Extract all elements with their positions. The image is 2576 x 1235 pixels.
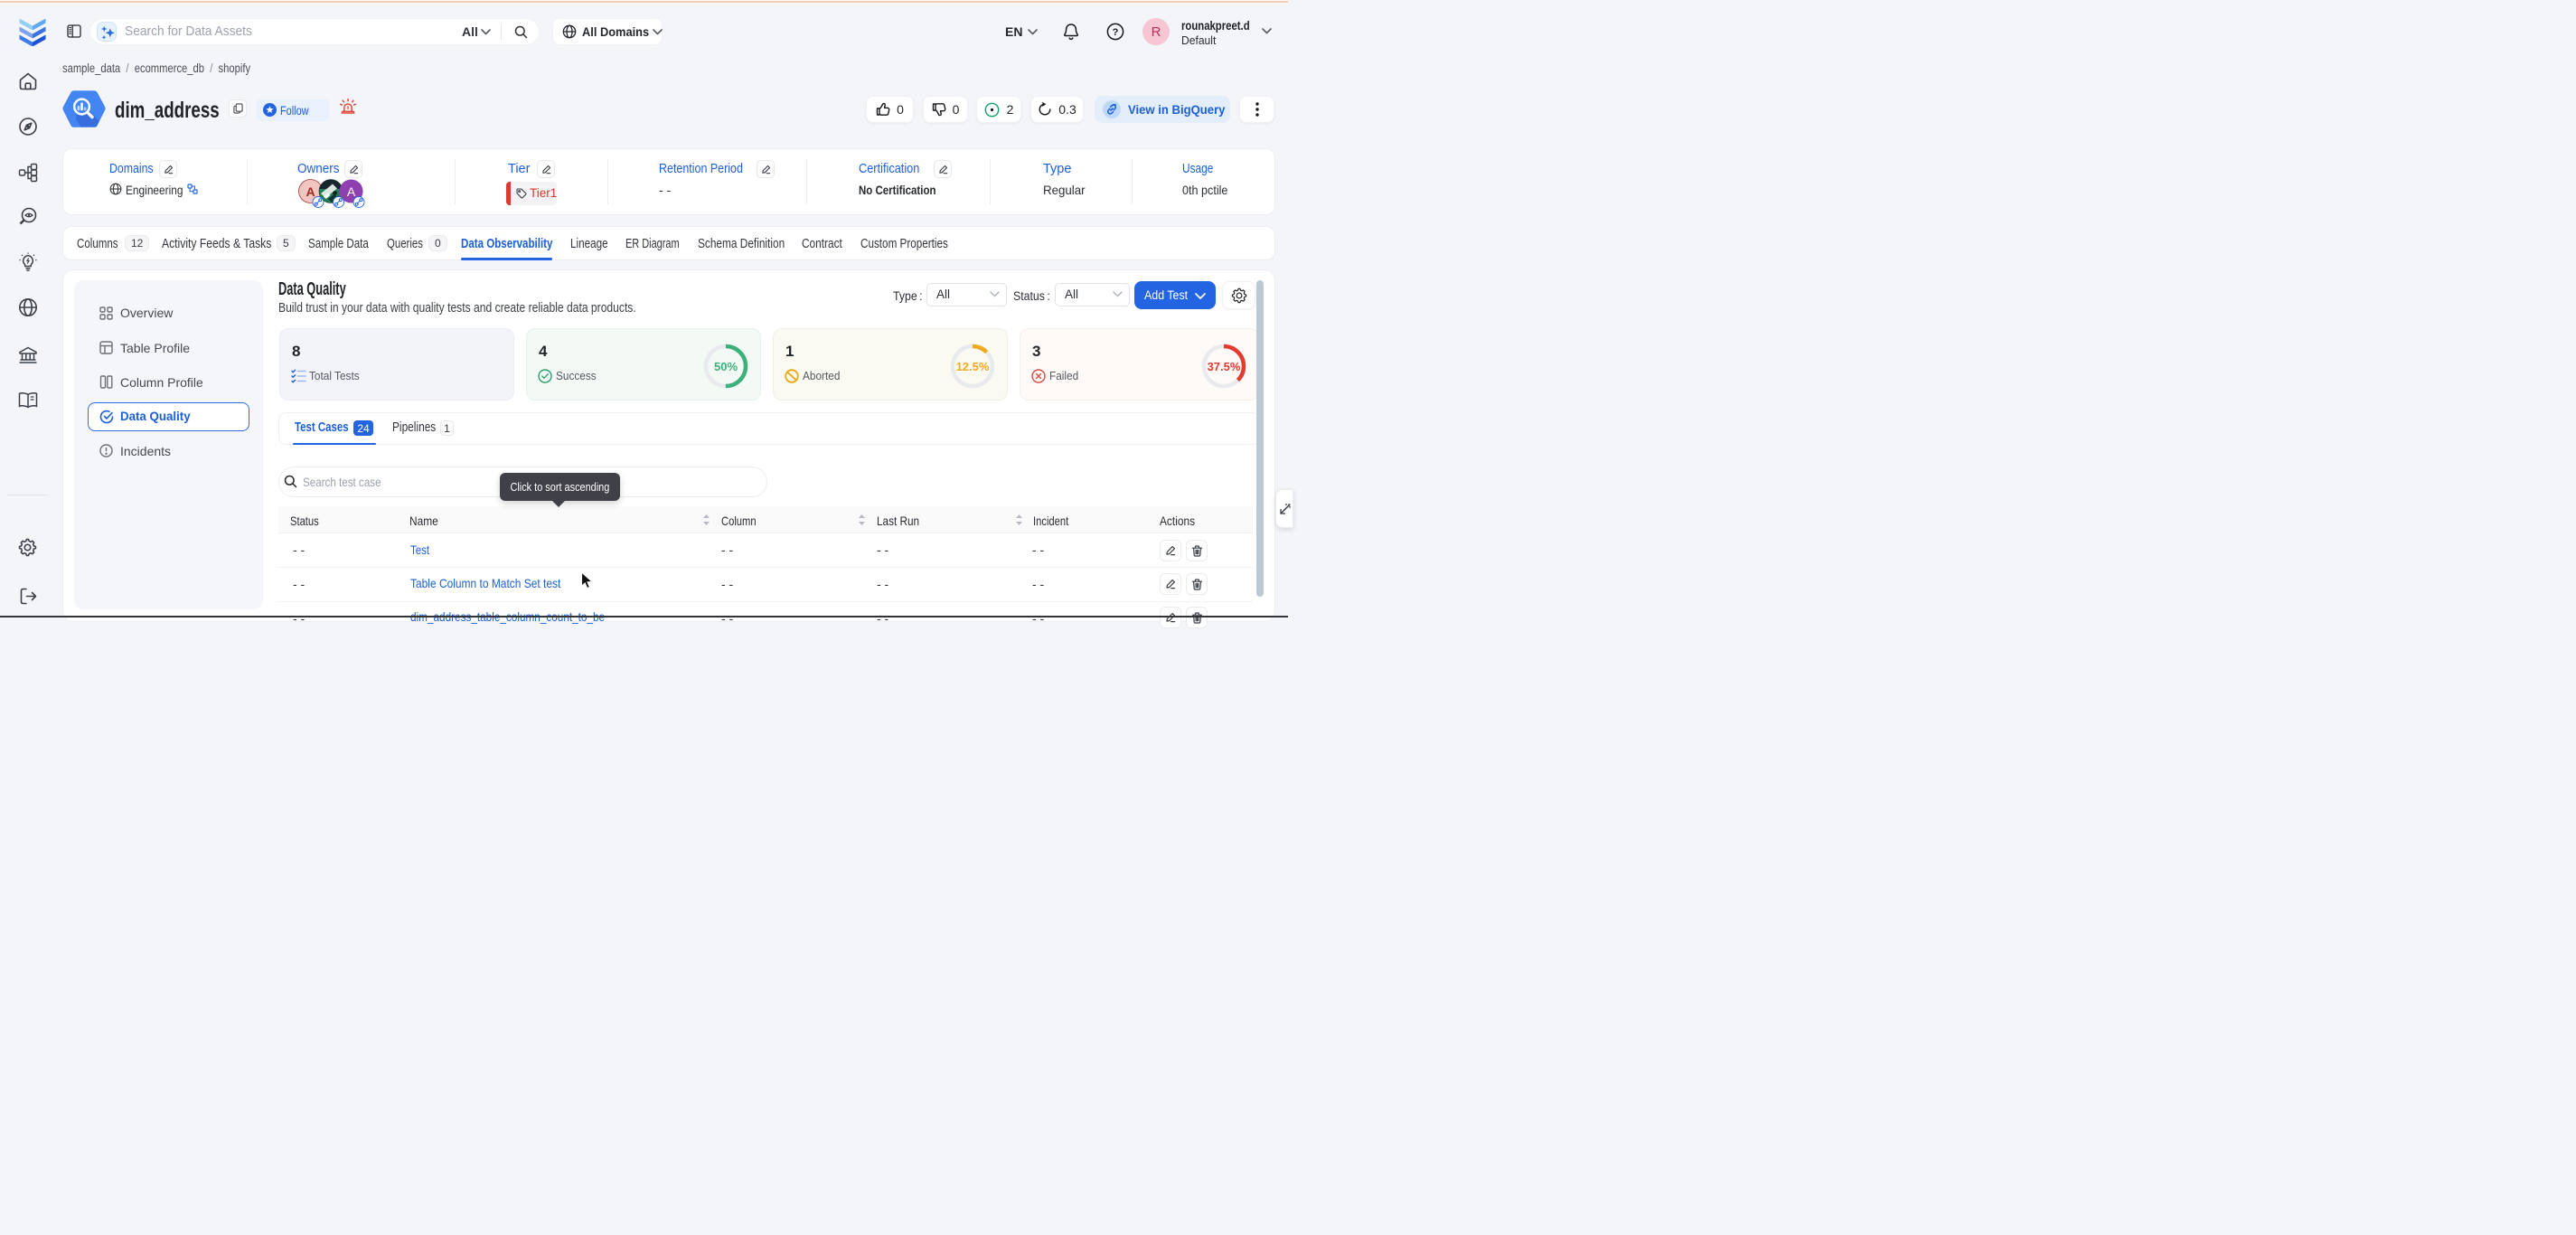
svg-text:12.5%: 12.5% (956, 360, 990, 373)
svg-text:50%: 50% (714, 360, 738, 373)
svg-text:?: ? (1113, 27, 1119, 38)
svg-text:A: A (347, 184, 356, 199)
svg-text:37.5%: 37.5% (1208, 360, 1241, 373)
svg-text:A: A (306, 184, 315, 199)
